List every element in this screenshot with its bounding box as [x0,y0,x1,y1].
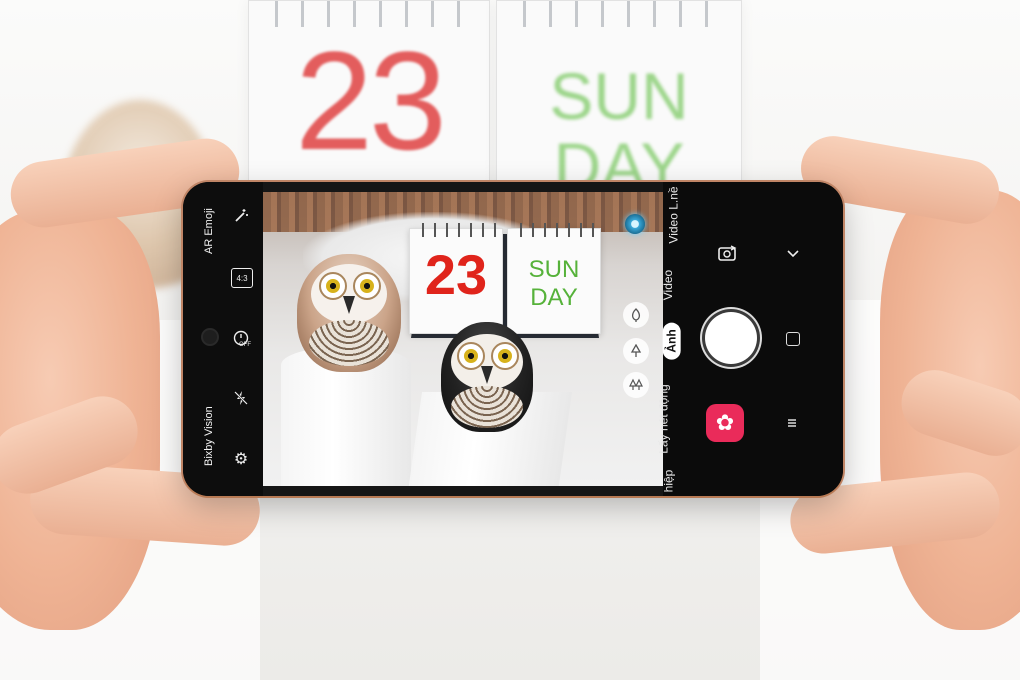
flower-icon: ✿ [715,410,735,435]
background-calendar-word-top: SUN [549,59,689,133]
calendar-rings [511,1,727,27]
aspect-ratio-label: 4:3 [236,273,248,283]
shutter-button[interactable] [705,312,757,364]
camera-left-toolbar: AR Emoji 4:3 OFF Bixby Vision ⚙ [183,182,263,496]
aspect-ratio-icon[interactable]: 4:3 [231,268,253,288]
front-camera-lens [203,330,217,344]
trees-icon[interactable] [623,372,649,398]
phone: AR Emoji 4:3 OFF Bixby Vision ⚙ 23 SUN D… [183,182,843,496]
magic-wand-icon[interactable] [231,206,251,226]
calendar-card-number: 23 [409,223,503,334]
background-calendar-number: 23 [295,22,447,179]
calendar-rings [514,223,594,237]
owl-belly [309,320,389,366]
scene-optimizer-dot[interactable] [625,214,645,234]
owl-beak [343,296,355,314]
owl-figurine-dark [441,322,533,432]
recent-apps-icon[interactable] [785,416,799,430]
owl-belly [451,386,523,428]
owl-eye [491,342,519,370]
settings-icon[interactable]: ⚙ [232,450,250,468]
background-calendar-left: 23 [248,0,490,192]
photo-scene: 23 SUN DAY AR Emoji 4:3 OFF Bixby Vision… [0,0,1020,680]
background-calendar-right: SUN DAY [496,0,742,201]
chevron-down-icon[interactable] [785,246,801,262]
tree-icon[interactable] [623,338,649,364]
owl-eye [353,272,381,300]
mode-video[interactable]: Video [661,270,675,300]
calendar-rings [416,223,496,237]
leaf-icon[interactable] [623,302,649,328]
mode-live-focus[interactable]: Lấy nét động [657,384,671,453]
gallery-button[interactable]: ✿ [706,404,744,442]
calendar-word-top: SUN [528,256,580,283]
calendar-word-bottom: DAY [530,284,578,311]
timer-off-label: OFF [239,342,251,348]
flash-off-icon[interactable] [231,388,251,408]
calendar-number: 23 [424,243,488,306]
camera-viewfinder[interactable]: 23 SUN DAY [263,192,663,486]
mode-combo[interactable]: hiệp [661,470,675,493]
home-icon[interactable] [786,332,800,346]
bixby-vision-label[interactable]: Bixby Vision [203,406,215,466]
owl-beak [481,366,493,384]
owl-figurine-brown [297,254,401,372]
ar-emoji-label[interactable]: AR Emoji [203,208,215,254]
switch-camera-icon[interactable] [715,244,739,264]
calendar-card-day: SUN DAY [507,223,601,334]
camera-control-panel: Video L.nề Video Ảnh Lấy nét động hiệp ✿ [657,182,843,496]
mode-video-label[interactable]: Video L.nề [667,186,681,243]
mode-photo[interactable]: Ảnh [662,322,681,360]
